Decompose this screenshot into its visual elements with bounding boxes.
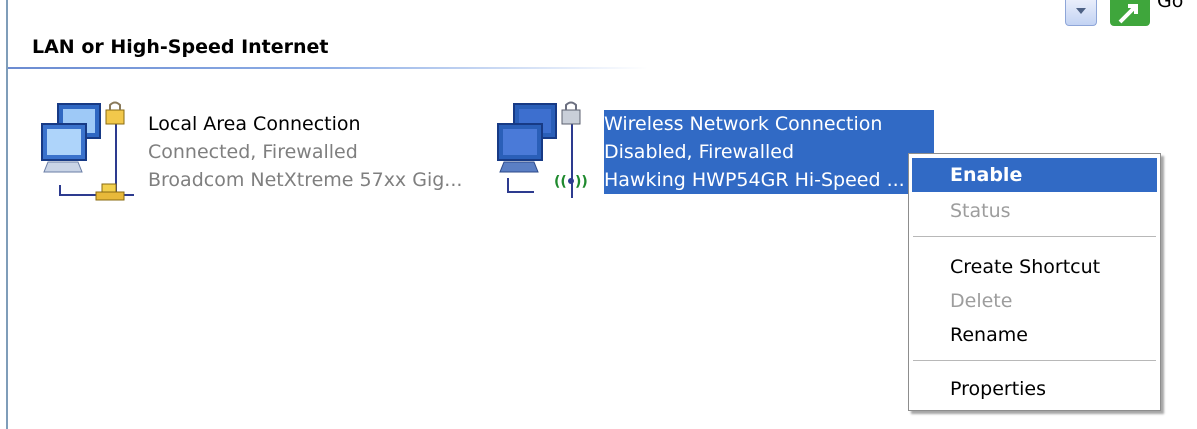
connection-status: Connected, Firewalled — [148, 141, 358, 163]
svg-text:)): )) — [575, 174, 588, 190]
menu-item-status[interactable]: Status — [912, 194, 1157, 228]
connection-device: Broadcom NetXtreme 57xx Gig... — [148, 169, 463, 191]
network-computers-icon[interactable] — [38, 100, 148, 210]
context-menu: Enable Status Create Shortcut Delete Ren… — [908, 153, 1161, 411]
connection-device-row: Hawking HWP54GR Hi-Speed ... — [604, 166, 934, 194]
group-divider — [8, 67, 648, 69]
menu-item-enable[interactable]: Enable — [912, 158, 1157, 192]
connection-device: Hawking HWP54GR Hi-Speed ... — [604, 166, 934, 194]
connection-name: Wireless Network Connection — [604, 110, 934, 138]
group-header: LAN or High-Speed Internet — [32, 36, 329, 58]
menu-separator — [913, 236, 1156, 238]
chevron-down-icon — [1076, 8, 1086, 14]
connection-name: Local Area Connection — [148, 113, 361, 135]
menu-item-rename[interactable]: Rename — [912, 318, 1157, 352]
connection-status-row: Disabled, Firewalled — [604, 138, 934, 166]
connection-status: Disabled, Firewalled — [604, 138, 934, 166]
menu-separator — [913, 360, 1156, 362]
svg-text:((: (( — [554, 174, 567, 190]
wireless-network-icon[interactable]: (( )) — [494, 100, 604, 210]
go-label[interactable]: Go — [1157, 0, 1183, 12]
go-arrow-icon — [1118, 4, 1138, 24]
connection-name-row: Wireless Network Connection — [604, 110, 934, 138]
local-area-connection-item[interactable]: Local Area Connection Connected, Firewal… — [148, 110, 462, 194]
menu-item-properties[interactable]: Properties — [912, 372, 1157, 406]
wireless-network-connection-item[interactable]: Wireless Network Connection Disabled, Fi… — [604, 110, 934, 194]
address-dropdown-button[interactable] — [1065, 0, 1097, 26]
window-left-border — [6, 0, 8, 429]
go-button[interactable] — [1110, 0, 1150, 26]
menu-item-delete[interactable]: Delete — [912, 284, 1157, 318]
menu-item-create-shortcut[interactable]: Create Shortcut — [912, 250, 1157, 284]
